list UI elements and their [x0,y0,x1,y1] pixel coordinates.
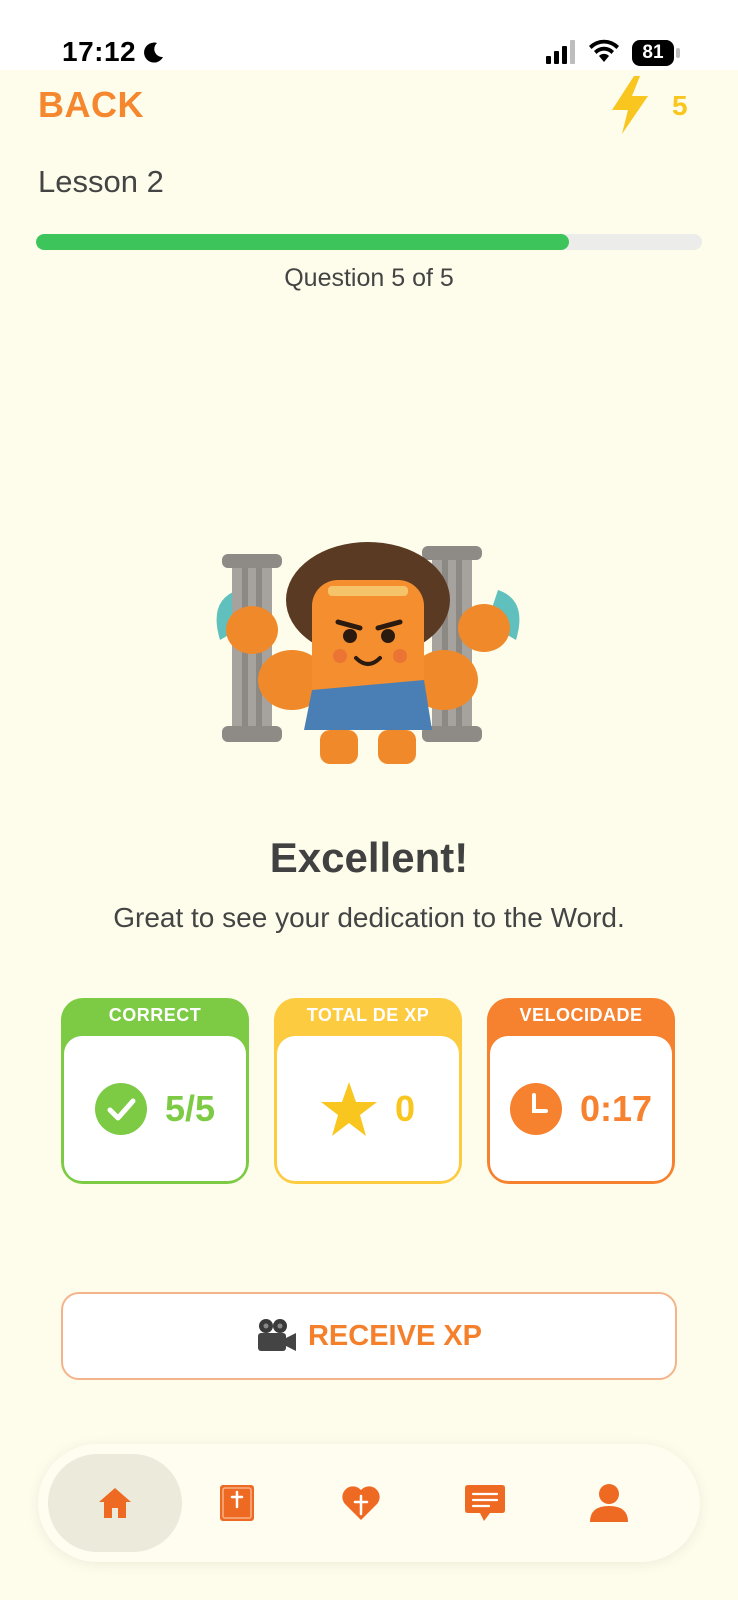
tab-home[interactable] [48,1454,182,1552]
energy-count: 5 [672,90,688,121]
bible-icon [220,1485,254,1521]
tab-faith[interactable] [294,1454,428,1552]
progress-fill [36,234,569,250]
stat-label-speed: VELOCIDADE [519,1005,643,1025]
clock-icon [509,1082,562,1135]
battery-level: 81 [642,42,664,63]
mascot-illustration [216,542,520,764]
status-bar: 17:12 81 [0,0,738,70]
profile-icon [590,1484,628,1522]
tab-profile[interactable] [542,1454,676,1552]
stat-value-correct: 5/5 [164,1087,216,1129]
result-message: Great to see your dedication to the Word… [113,902,625,933]
lesson-title: Lesson 2 [38,164,164,199]
check-circle-icon [94,1082,147,1135]
progress-text: Question 5 of 5 [284,264,454,292]
cellular-signal-icon [546,40,575,64]
heart-cross-icon [342,1486,380,1520]
moon-icon [144,42,163,63]
receive-xp-label: RECEIVE XP [307,1319,483,1352]
stat-card-speed: VELOCIDADE 0:17 [487,998,675,1184]
stat-value-speed: 0:17 [579,1087,653,1129]
stat-card-correct: CORRECT 5/5 [61,998,249,1184]
stat-body-speed: 0:17 [490,1036,672,1181]
home-icon [99,1488,131,1518]
stat-body-correct: 5/5 [64,1036,246,1181]
star-icon [320,1081,377,1136]
bottom-tab-bar [38,1444,700,1562]
wifi-icon [589,39,619,62]
stat-value-xp: 0 [394,1087,416,1129]
stat-card-xp: TOTAL DE XP 0 [274,998,462,1184]
status-time: 17:12 [62,36,137,67]
lightning-bolt-icon [612,76,648,134]
tab-bible[interactable] [170,1454,304,1552]
stat-label-xp: TOTAL DE XP [306,1005,430,1025]
movie-camera-icon [257,1319,296,1351]
result-headline: Excellent! [269,834,469,881]
chat-icon [465,1485,505,1521]
stat-body-xp: 0 [277,1036,459,1181]
progress-bar [36,234,702,250]
receive-xp-button[interactable]: RECEIVE XP [61,1292,677,1380]
tab-chat[interactable] [418,1454,552,1552]
stat-label-correct: CORRECT [108,1005,202,1025]
back-button[interactable]: BACK [38,84,144,126]
